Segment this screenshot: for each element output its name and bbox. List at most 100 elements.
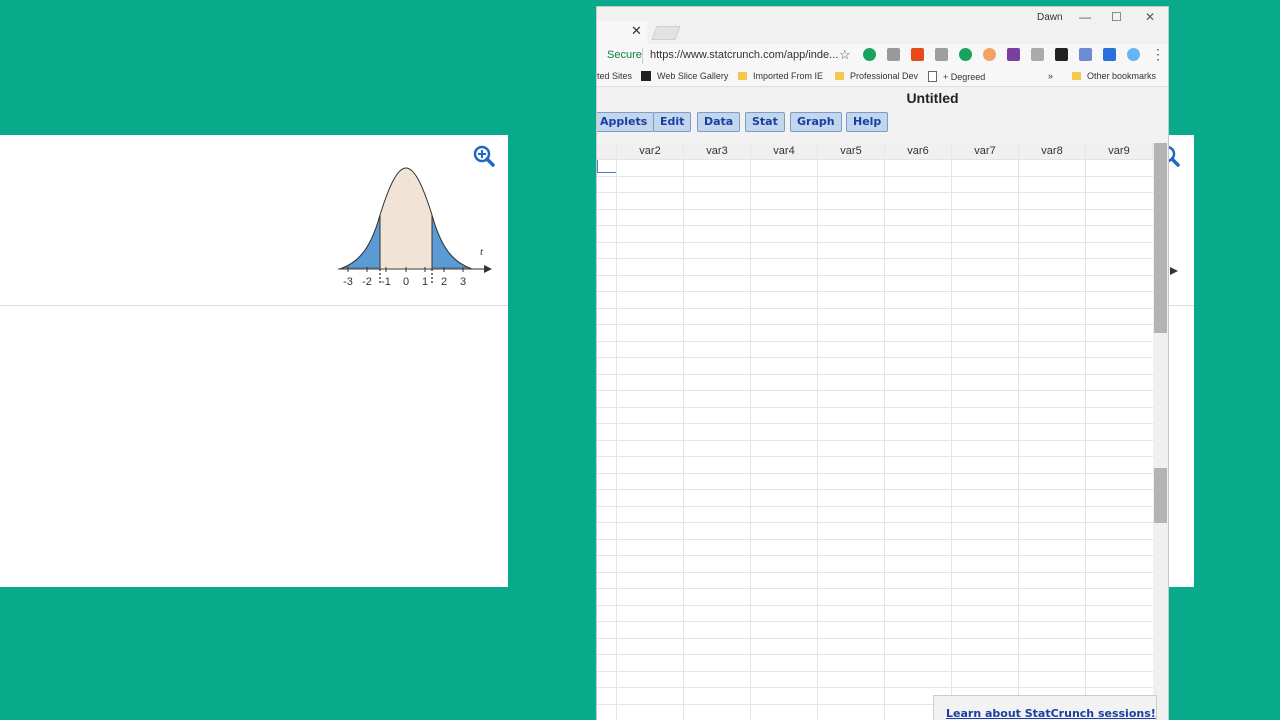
bookmarks-overflow-icon[interactable]: » (1048, 71, 1053, 81)
profile-name[interactable]: Dawn (1037, 12, 1063, 23)
grid-row-line (597, 522, 1153, 523)
menu-help[interactable]: Help (846, 112, 889, 132)
bookmark-item[interactable]: Web Slice Gallery (641, 71, 728, 81)
extension-evernote-icon[interactable] (959, 48, 972, 61)
grid-column-line (683, 159, 684, 720)
extension-icon[interactable] (1031, 48, 1044, 61)
column-header-var8[interactable]: var8 (1019, 143, 1086, 159)
grid-row-line (597, 390, 1153, 391)
scrollbar-thumb[interactable] (1154, 143, 1167, 333)
grid-row-line (597, 258, 1153, 259)
grid-row-line (597, 423, 1153, 424)
bookmark-item[interactable]: + Degreed (928, 71, 985, 82)
selected-cell[interactable] (597, 159, 617, 173)
grid-row-line (597, 192, 1153, 193)
grid-column-line (951, 159, 952, 720)
menu-graph[interactable]: Graph (790, 112, 842, 132)
extension-grammarly-icon[interactable] (863, 48, 876, 61)
grid-row-line (597, 225, 1153, 226)
spreadsheet-grid[interactable]: var2 var3 var4 var5 var6 var7 var8 var9 (597, 143, 1153, 720)
tick-label: 2 (441, 276, 447, 288)
grid-column-line (616, 159, 617, 720)
page-title: Untitled (906, 90, 959, 106)
grid-row-line (597, 687, 1153, 688)
grid-row-line (597, 291, 1153, 292)
tab-close-icon[interactable]: ✕ (631, 23, 642, 39)
grid-column-line (750, 159, 751, 720)
extension-icon[interactable] (983, 48, 996, 61)
tick-label: 1 (422, 276, 428, 288)
grid-column-line (884, 159, 885, 720)
grid-row-line (597, 489, 1153, 490)
bookmark-folder[interactable]: Other bookmarks (1072, 71, 1156, 81)
grid-row-line (597, 176, 1153, 177)
zoom-in-icon[interactable] (1158, 145, 1188, 172)
column-header-var9[interactable]: var9 (1086, 143, 1153, 159)
grid-row-line (597, 357, 1153, 358)
tick-label: -2 (362, 276, 372, 288)
bookmark-folder[interactable]: Imported From IE (738, 71, 823, 81)
sessions-link[interactable]: Learn about StatCrunch sessions! (946, 707, 1156, 720)
column-header-var5[interactable]: var5 (818, 143, 885, 159)
extension-cloud-icon[interactable] (1127, 48, 1140, 61)
url-field[interactable]: https://www.statcrunch.com/app/inde... (650, 49, 838, 61)
extension-icon[interactable] (1103, 48, 1116, 61)
menu-stat[interactable]: Stat (745, 112, 785, 132)
tick-label: -3 (343, 276, 353, 288)
grid-row-line (597, 555, 1153, 556)
background-card (1158, 135, 1194, 587)
grid-row-line (597, 605, 1153, 606)
grid-column-line (1085, 159, 1086, 720)
vertical-scrollbar[interactable] (1153, 143, 1168, 720)
grid-row-line (597, 572, 1153, 573)
extension-icon[interactable] (887, 48, 900, 61)
card-divider (1168, 305, 1194, 306)
grid-row-line (597, 324, 1153, 325)
extension-icon[interactable] (1079, 48, 1092, 61)
t-distribution-plot: t -3 -2 -1 0 1 2 3 (334, 163, 499, 298)
extension-office-icon[interactable] (911, 48, 924, 61)
tick-label: 0 (403, 276, 409, 288)
grid-row-line (597, 588, 1153, 589)
scrollbar-thumb[interactable] (1154, 468, 1167, 523)
extension-amazon-icon[interactable] (1055, 48, 1068, 61)
grid-row-line (597, 308, 1153, 309)
column-header[interactable] (597, 143, 617, 159)
grid-row-line (597, 638, 1153, 639)
bookmark-star-icon[interactable]: ☆ (839, 47, 851, 63)
column-header-var2[interactable]: var2 (617, 143, 684, 159)
grid-row-line (597, 407, 1153, 408)
column-header-var4[interactable]: var4 (751, 143, 818, 159)
grid-row-line (597, 209, 1153, 210)
menu-edit[interactable]: Edit (653, 112, 692, 132)
grid-row-line (597, 275, 1153, 276)
new-tab-button[interactable] (651, 26, 681, 40)
bookmark-item[interactable]: ted Sites (597, 71, 632, 81)
bookmark-folder[interactable]: Professional Dev (835, 71, 918, 81)
grid-row-line (597, 654, 1153, 655)
bookmarks-bar: ted Sites Web Slice Gallery Imported Fro… (597, 68, 1168, 87)
grid-row-line (597, 374, 1153, 375)
card-divider (0, 305, 508, 306)
grid-column-line (817, 159, 818, 720)
column-header-var7[interactable]: var7 (952, 143, 1019, 159)
extension-onenote-icon[interactable] (1007, 48, 1020, 61)
grid-row-line (597, 473, 1153, 474)
browser-menu-icon[interactable]: ⋮ (1151, 46, 1165, 63)
column-header-var3[interactable]: var3 (684, 143, 751, 159)
menu-applets[interactable]: Applets (597, 112, 655, 132)
security-label[interactable]: Secure (607, 49, 642, 61)
grid-row-line (597, 456, 1153, 457)
minimize-icon[interactable]: — (1079, 10, 1091, 24)
grid-row-line (597, 242, 1153, 243)
menu-data[interactable]: Data (697, 112, 741, 132)
maximize-icon[interactable]: ☐ (1111, 10, 1122, 24)
grid-row-line (597, 539, 1153, 540)
column-header-var6[interactable]: var6 (885, 143, 952, 159)
browser-window: ✕ Dawn — ☐ ✕ Secure https://www.statcrun… (597, 7, 1168, 720)
tick-label: 3 (460, 276, 466, 288)
extension-icon[interactable] (935, 48, 948, 61)
axis-arrow-icon (1170, 263, 1180, 281)
grid-row-line (597, 440, 1153, 441)
close-window-icon[interactable]: ✕ (1145, 10, 1155, 24)
